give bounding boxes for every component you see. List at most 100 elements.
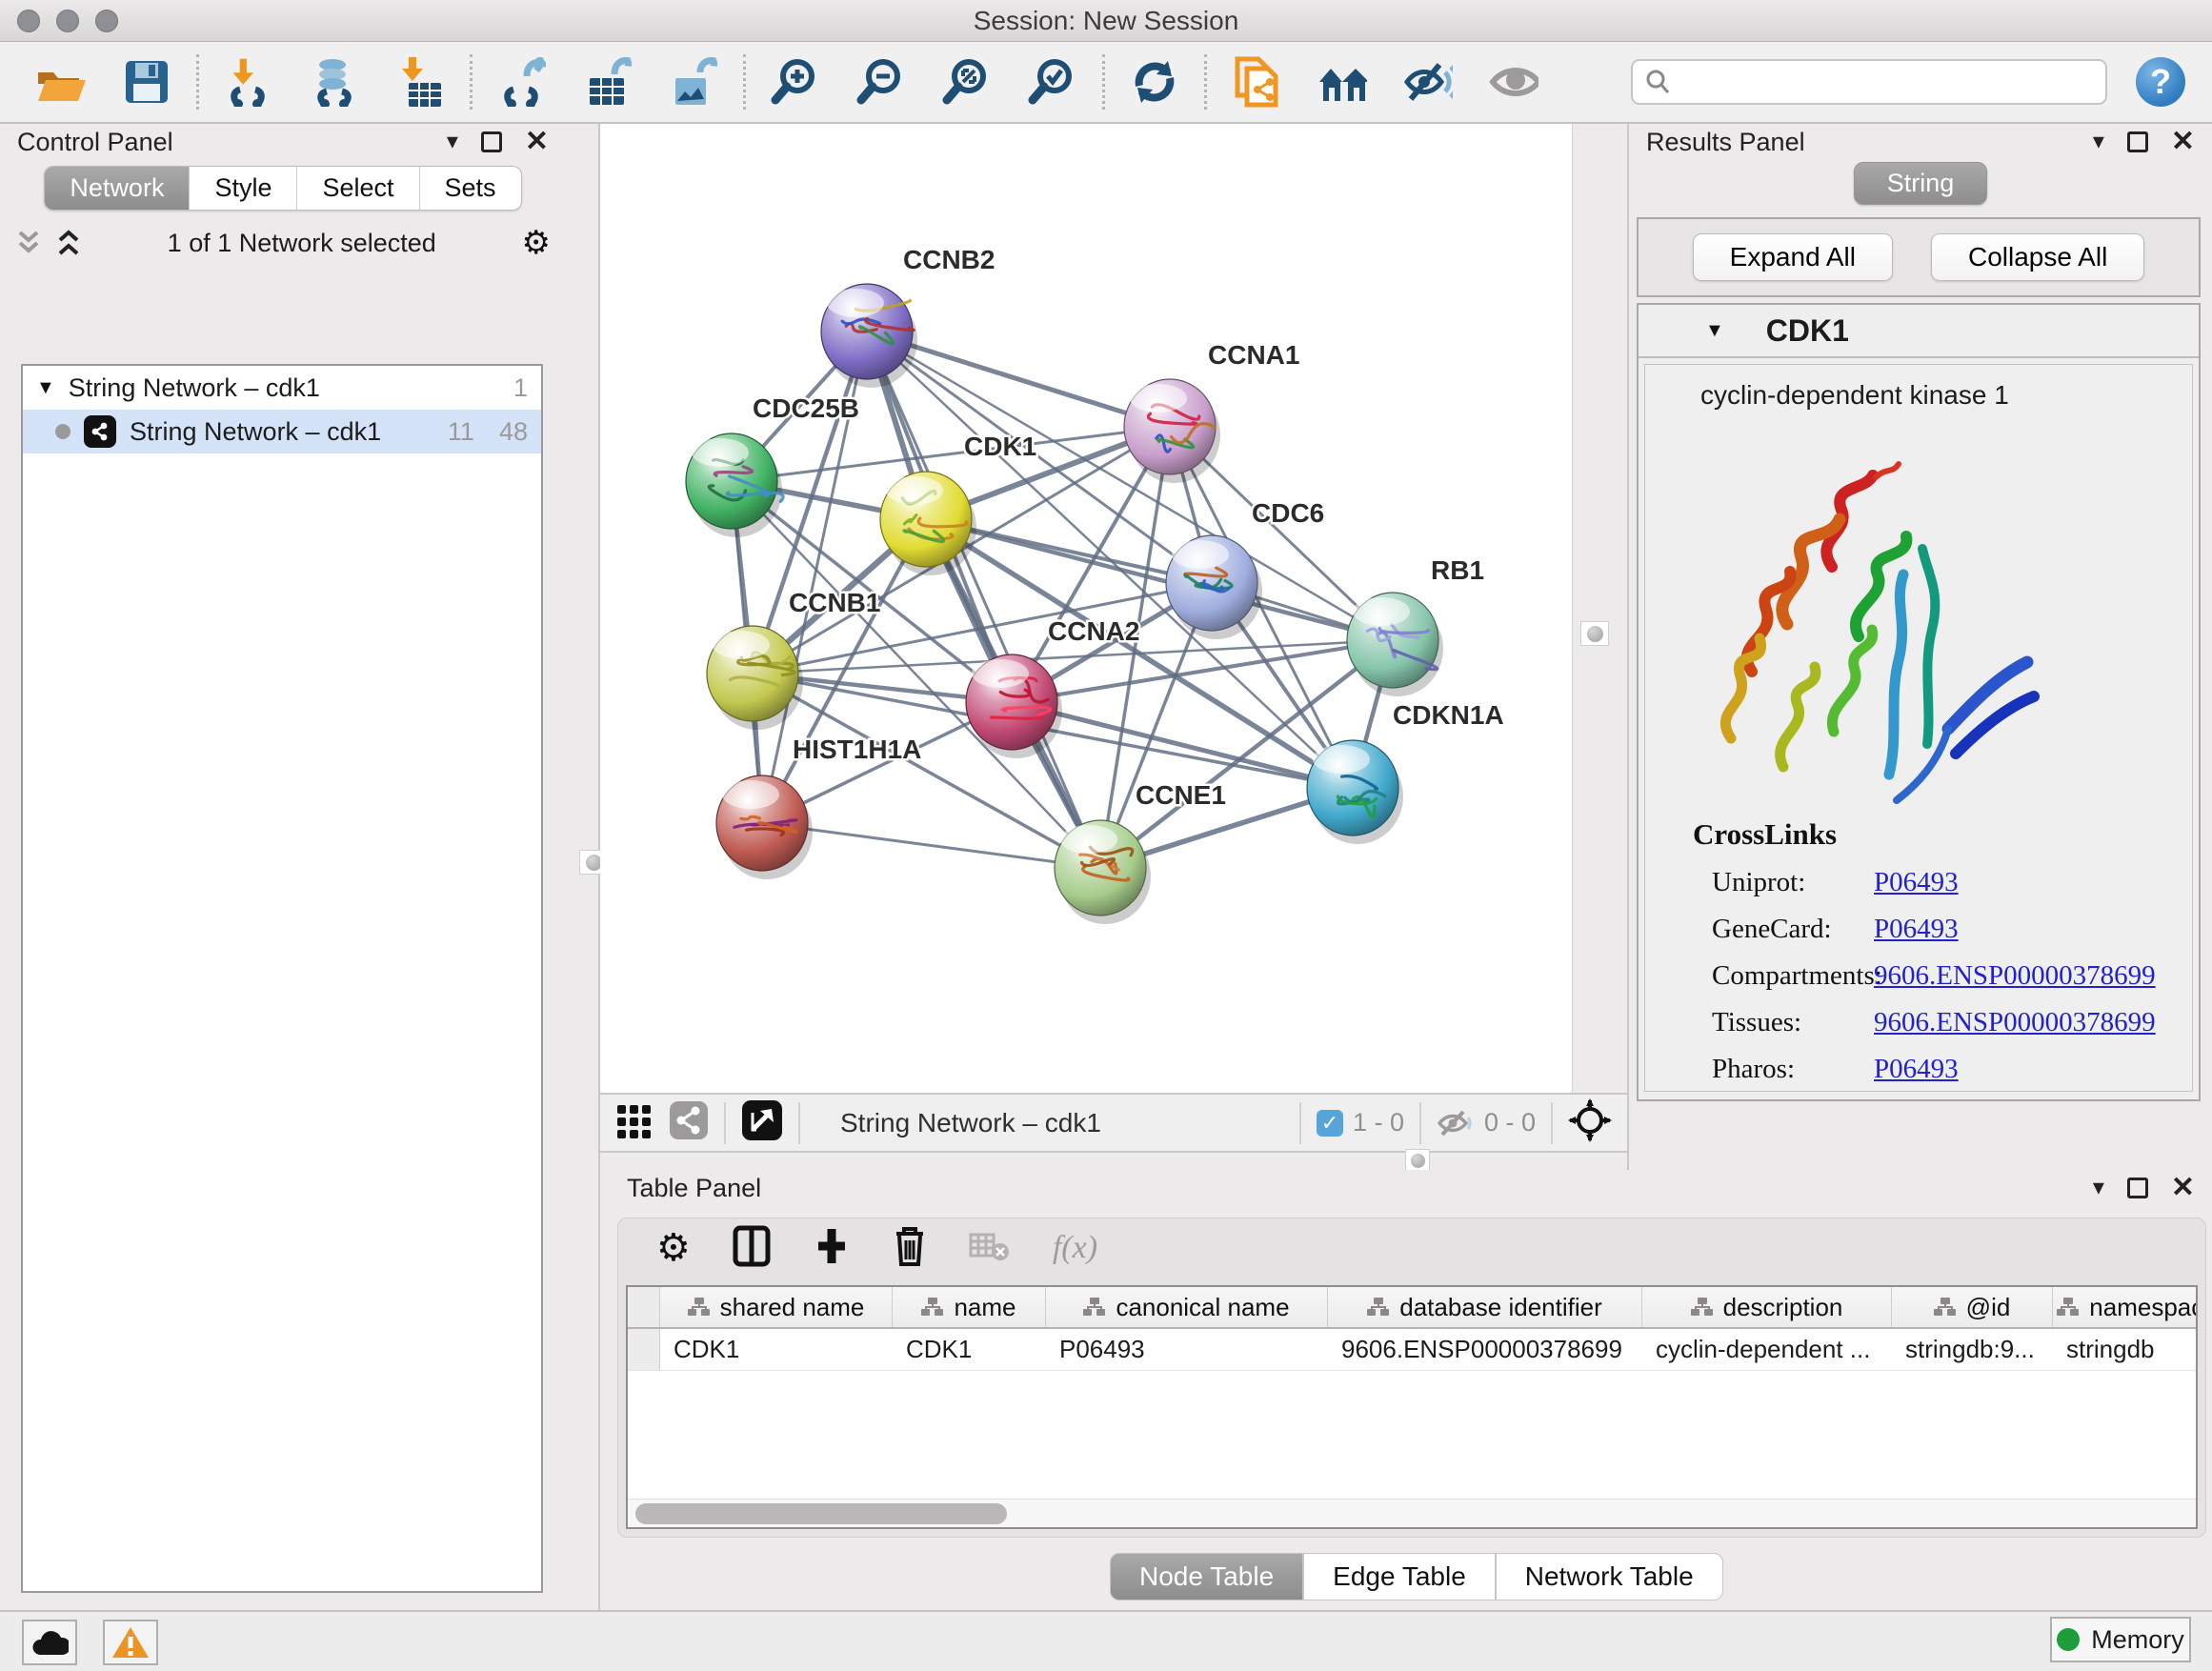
node-CDKN1A[interactable]: CDKN1A [1307, 700, 1504, 844]
column-header-canonical-name[interactable]: canonical name [1046, 1287, 1328, 1327]
node-table[interactable]: shared namenamecanonical namedatabase id… [626, 1285, 2198, 1529]
import-network-file-icon[interactable] [224, 57, 273, 107]
crosslink-link[interactable]: P06493 [1874, 914, 1959, 945]
column-header-shared-name[interactable]: shared name [660, 1287, 893, 1327]
network-collection-row[interactable]: ▼ String Network – cdk1 1 [23, 366, 541, 410]
node-CCNB1[interactable]: CCNB1 [707, 588, 880, 730]
table-cell[interactable]: CDK1 [893, 1329, 1046, 1370]
table-row[interactable]: CDK1CDK1P064939606.ENSP00000378699cyclin… [628, 1329, 2196, 1371]
crosslink-link[interactable]: P06493 [1874, 1054, 1959, 1085]
edge-CDK1-RB1[interactable] [926, 519, 1393, 640]
grid-view-icon[interactable] [615, 1101, 654, 1144]
tab-edge-table[interactable]: Edge Table [1303, 1553, 1496, 1601]
hide-selected-icon[interactable] [1403, 57, 1453, 107]
tab-select[interactable]: Select [297, 167, 419, 210]
tab-style[interactable]: Style [190, 167, 297, 210]
node-CCNE1[interactable]: CCNE1 [1055, 780, 1226, 924]
results-panel-close-icon[interactable]: ✕ [2171, 128, 2195, 156]
zoom-selected-icon[interactable] [1028, 57, 1077, 107]
table-panel-float-icon[interactable] [2127, 1178, 2148, 1198]
memory-button[interactable]: Memory [2050, 1617, 2191, 1662]
expand-all-networks-icon[interactable] [15, 229, 42, 257]
column-header-namespace[interactable]: namespace [2053, 1287, 2198, 1327]
edge-CCNB2-CCNE1[interactable] [867, 332, 1100, 868]
birdseye-view-icon[interactable] [741, 1099, 783, 1146]
table-cell[interactable]: CDK1 [660, 1329, 893, 1370]
scrollbar-thumb[interactable] [635, 1503, 1007, 1524]
collection-expand-icon[interactable]: ▼ [36, 377, 55, 399]
node-HIST1H1A[interactable]: HIST1H1A [716, 735, 921, 879]
add-column-icon[interactable] [813, 1225, 851, 1272]
column-header-description[interactable]: description [1642, 1287, 1892, 1327]
zoom-out-icon[interactable] [856, 57, 906, 107]
toolbar-search-field[interactable] [1631, 59, 2107, 105]
cloud-status-button[interactable] [22, 1620, 77, 1665]
table-cell[interactable]: stringdb [2053, 1329, 2198, 1370]
table-panel-close-icon[interactable]: ✕ [2171, 1174, 2195, 1202]
result-card-header[interactable]: ▼ CDK1 [1639, 305, 2199, 358]
center-view-icon[interactable] [1568, 1098, 1612, 1147]
control-panel-collapse-icon[interactable]: ▾ [447, 131, 458, 153]
open-session-icon[interactable] [36, 57, 86, 107]
network-options-gear-icon[interactable]: ⚙ [522, 224, 551, 262]
results-panel-collapse-icon[interactable]: ▾ [2093, 131, 2104, 153]
node-RB1[interactable]: RB1 [1347, 555, 1484, 696]
export-table-icon[interactable] [583, 57, 633, 107]
zoom-fit-icon[interactable] [942, 57, 992, 107]
export-network-icon[interactable] [497, 57, 547, 107]
selected-checkbox-icon[interactable]: ✓ [1317, 1110, 1343, 1137]
refresh-icon[interactable] [1130, 57, 1179, 107]
collapse-all-button[interactable]: Collapse All [1931, 233, 2144, 281]
control-panel-close-icon[interactable]: ✕ [525, 128, 549, 156]
delete-column-icon[interactable] [893, 1224, 927, 1273]
crosslink-link[interactable]: 9606.ENSP00000378699 [1874, 1007, 2156, 1038]
table-options-gear-icon[interactable]: ⚙ [656, 1226, 691, 1270]
column-header-name[interactable]: name [893, 1287, 1046, 1327]
table-cell[interactable]: stringdb:9... [1892, 1329, 2053, 1370]
control-panel-splitter[interactable] [566, 124, 600, 1610]
save-session-icon[interactable] [122, 57, 171, 107]
table-horizontal-scrollbar[interactable] [628, 1499, 2196, 1527]
expand-all-button[interactable]: Expand All [1693, 233, 1893, 281]
results-panel-float-icon[interactable] [2127, 131, 2148, 152]
show-columns-icon[interactable] [733, 1225, 771, 1272]
show-all-icon[interactable] [1489, 57, 1538, 107]
column-header-@id[interactable]: @id [1892, 1287, 2053, 1327]
tab-sets[interactable]: Sets [420, 167, 521, 210]
table-panel-collapse-icon[interactable]: ▾ [2093, 1177, 2104, 1199]
crosslink-link[interactable]: P06493 [1874, 867, 1959, 898]
crosslink-link[interactable]: 9606.ENSP00000378699 [1874, 960, 2156, 992]
help-button[interactable]: ? [2136, 57, 2185, 107]
export-image-icon[interactable] [669, 57, 718, 107]
network-view-icon[interactable] [669, 1100, 709, 1145]
table-panel-splitter[interactable] [600, 1153, 1627, 1170]
result-expand-icon[interactable]: ▼ [1705, 320, 1724, 342]
results-panel-splitter[interactable] [1572, 124, 1627, 1093]
table-cell[interactable]: 9606.ENSP00000378699 [1328, 1329, 1642, 1370]
table-cell[interactable]: P06493 [1046, 1329, 1328, 1370]
network-row-selected[interactable]: String Network – cdk1 11 48 [23, 410, 541, 453]
import-network-database-icon[interactable] [310, 57, 359, 107]
zoom-in-icon[interactable] [771, 57, 820, 107]
import-table-file-icon[interactable] [395, 57, 445, 107]
control-panel-float-icon[interactable] [481, 131, 502, 152]
row-handle-header [628, 1287, 660, 1327]
column-header-database-identifier[interactable]: database identifier [1328, 1287, 1642, 1327]
table-cell[interactable]: cyclin-dependent ... [1642, 1329, 1892, 1370]
node-CDC25B[interactable]: CDC25B [686, 393, 859, 537]
tab-network-table[interactable]: Network Table [1496, 1553, 1723, 1601]
splitter-handle[interactable] [1580, 621, 1609, 646]
tab-node-table[interactable]: Node Table [1110, 1553, 1303, 1601]
network-canvas[interactable]: CCNB2CCNA1CDC25BCDK1CDC6RB1CCNB1CCNA2CDK… [600, 124, 1572, 1093]
tab-network[interactable]: Network [45, 167, 190, 210]
warning-status-button[interactable] [103, 1620, 158, 1665]
splitter-handle[interactable] [1405, 1149, 1430, 1172]
new-network-from-selection-icon[interactable] [1232, 57, 1281, 107]
node-CCNB2[interactable]: CCNB2 [821, 245, 995, 388]
search-input[interactable] [1679, 68, 2079, 97]
tab-string[interactable]: String [1854, 162, 1988, 205]
node-CCNA1[interactable]: CCNA1 [1124, 340, 1299, 483]
first-neighbors-icon[interactable] [1317, 57, 1367, 107]
edge-HIST1H1A-CCNE1[interactable] [762, 823, 1100, 868]
collapse-all-networks-icon[interactable] [55, 229, 82, 257]
